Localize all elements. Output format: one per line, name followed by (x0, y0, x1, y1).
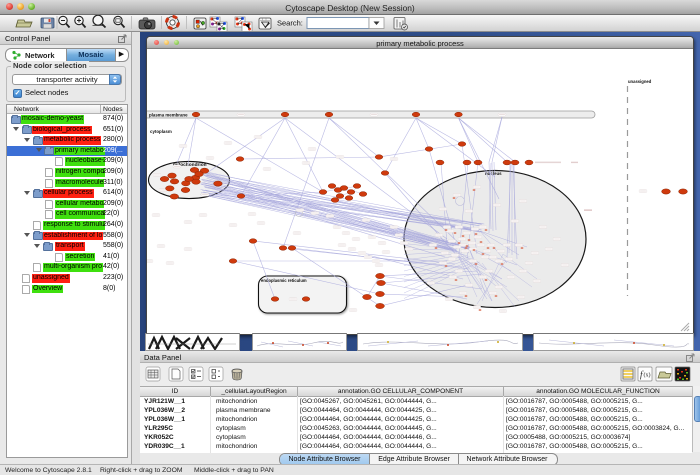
svg-text:Search:: Search: (277, 19, 303, 28)
svg-text:(x): (x) (644, 372, 651, 379)
svg-text:plasma membrane: plasma membrane (149, 113, 188, 118)
svg-text:unassigned: unassigned (628, 79, 652, 84)
svg-text:cytoplasm: cytoplasm (150, 129, 172, 134)
